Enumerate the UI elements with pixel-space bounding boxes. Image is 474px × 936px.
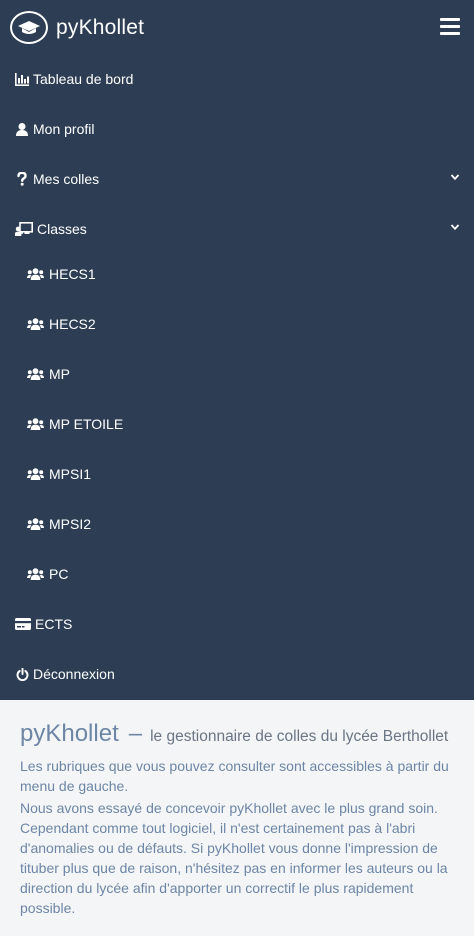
class-item-label: MPSI1 bbox=[49, 466, 92, 482]
menu-item-label: ECTS bbox=[35, 616, 73, 632]
brand-name: pyKhollet bbox=[56, 15, 145, 39]
chevron-down-icon bbox=[450, 224, 460, 231]
class-item-hecs1[interactable]: HECS1 bbox=[0, 249, 474, 299]
users-icon bbox=[27, 267, 44, 281]
class-item-mp[interactable]: MP bbox=[0, 349, 474, 399]
menu-item-ects[interactable]: ECTS bbox=[0, 599, 474, 649]
class-item-label: HECS1 bbox=[49, 266, 96, 282]
disclaimer-paragraph: Nous avons essayé de concevoir pyKhollet… bbox=[20, 800, 448, 916]
menu-item-tableau-de-bord[interactable]: Tableau de bord bbox=[0, 54, 474, 104]
class-item-label: MP bbox=[49, 366, 70, 382]
question-icon bbox=[15, 172, 29, 186]
class-item-label: MPSI2 bbox=[49, 516, 92, 532]
intro-paragraph: Les rubriques que vous pouvez consulter … bbox=[20, 758, 449, 794]
title-separator: – bbox=[128, 720, 143, 747]
users-icon bbox=[27, 417, 44, 431]
users-icon bbox=[27, 567, 44, 581]
class-item-hecs2[interactable]: HECS2 bbox=[0, 299, 474, 349]
class-item-mpsi1[interactable]: MPSI1 bbox=[0, 449, 474, 499]
menu-item-mon-profil[interactable]: Mon profil bbox=[0, 104, 474, 154]
menu-item-label: Tableau de bord bbox=[33, 71, 134, 87]
users-icon bbox=[27, 517, 44, 531]
menu-item-label: Déconnexion bbox=[33, 666, 115, 682]
power-off-icon bbox=[15, 667, 29, 681]
class-item-mpsi2[interactable]: MPSI2 bbox=[0, 499, 474, 549]
users-icon bbox=[27, 467, 44, 481]
users-icon bbox=[27, 367, 44, 381]
class-item-label: PC bbox=[49, 566, 69, 582]
brand[interactable]: pyKhollet bbox=[10, 10, 144, 45]
hamburger-icon[interactable] bbox=[440, 18, 460, 36]
sidebar-nav: pyKhollet Tableau de bord Mon profil Mes… bbox=[0, 0, 474, 700]
main-content: pyKhollet – le gestionnaire de colles du… bbox=[0, 700, 474, 918]
page-header: pyKhollet – le gestionnaire de colles du… bbox=[20, 720, 454, 748]
menu-item-label: Mon profil bbox=[33, 121, 95, 137]
bar-chart-icon bbox=[15, 72, 29, 86]
class-item-pc[interactable]: PC bbox=[0, 549, 474, 599]
class-item-mp-etoile[interactable]: MP ETOILE bbox=[0, 399, 474, 449]
chalkboard-teacher-icon bbox=[15, 222, 33, 236]
page-title: pyKhollet bbox=[20, 720, 119, 747]
menu-item-label: Mes colles bbox=[33, 171, 100, 187]
credit-card-icon bbox=[15, 617, 31, 631]
chevron-down-icon bbox=[450, 174, 460, 181]
class-item-label: MP ETOILE bbox=[49, 416, 124, 432]
menu-item-label: Classes bbox=[37, 221, 87, 237]
page-tagline: le gestionnaire de colles du lycée Berth… bbox=[150, 728, 449, 745]
class-item-label: HECS2 bbox=[49, 316, 96, 332]
menu-item-deconnexion[interactable]: Déconnexion bbox=[0, 649, 474, 699]
menu-item-mes-colles[interactable]: Mes colles bbox=[0, 154, 474, 204]
graduation-cap-icon bbox=[10, 11, 48, 44]
menu-item-classes[interactable]: Classes bbox=[0, 204, 474, 254]
user-icon bbox=[15, 122, 29, 136]
users-icon bbox=[27, 317, 44, 331]
